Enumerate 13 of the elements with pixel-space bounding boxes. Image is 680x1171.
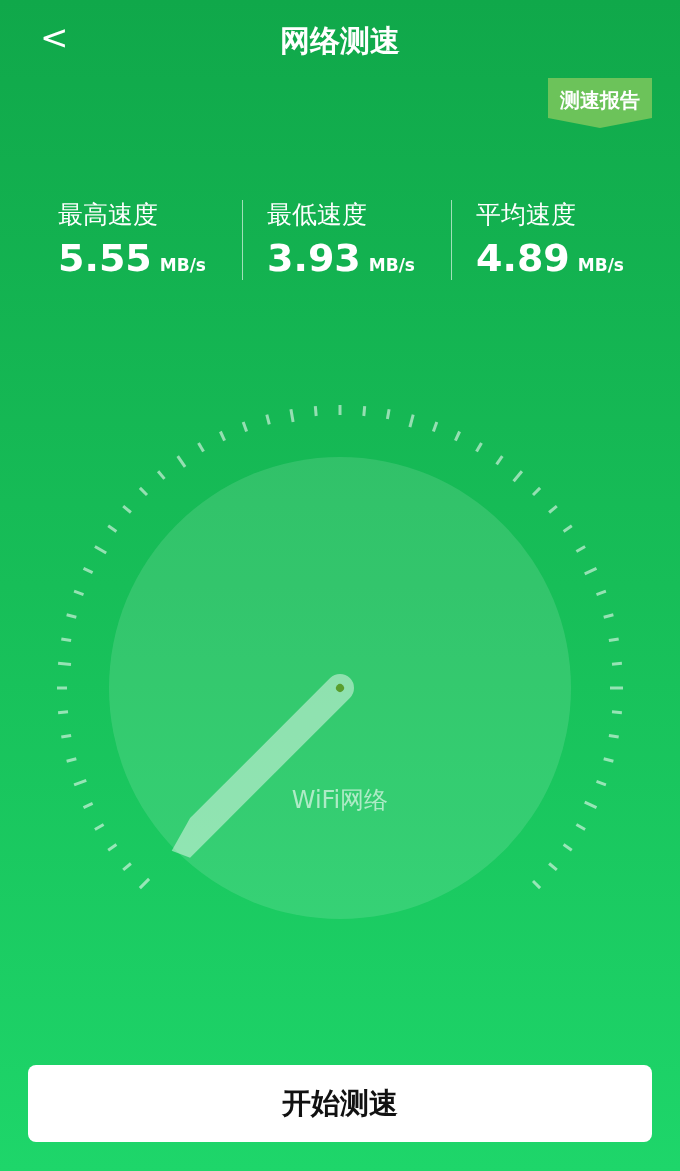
speed-unit: MB/s <box>159 254 206 277</box>
speed-unit: MB/s <box>368 254 415 277</box>
report-tab[interactable]: 测速报告 <box>548 78 652 128</box>
stat-label: 最高速度 <box>58 200 159 230</box>
start-button[interactable]: 开始测速 <box>28 1065 652 1142</box>
stat-label: 最低速度 <box>267 200 368 230</box>
stat-label: 平均速度 <box>476 200 577 230</box>
speed-value: 4.89 <box>476 238 570 280</box>
network-label: WiFi网络 <box>291 785 389 814</box>
speed-value: 3.93 <box>267 238 361 280</box>
speed-value: 5.55 <box>58 238 152 280</box>
page-title: 网络测速 <box>280 22 400 60</box>
speed-unit: MB/s <box>577 254 624 277</box>
